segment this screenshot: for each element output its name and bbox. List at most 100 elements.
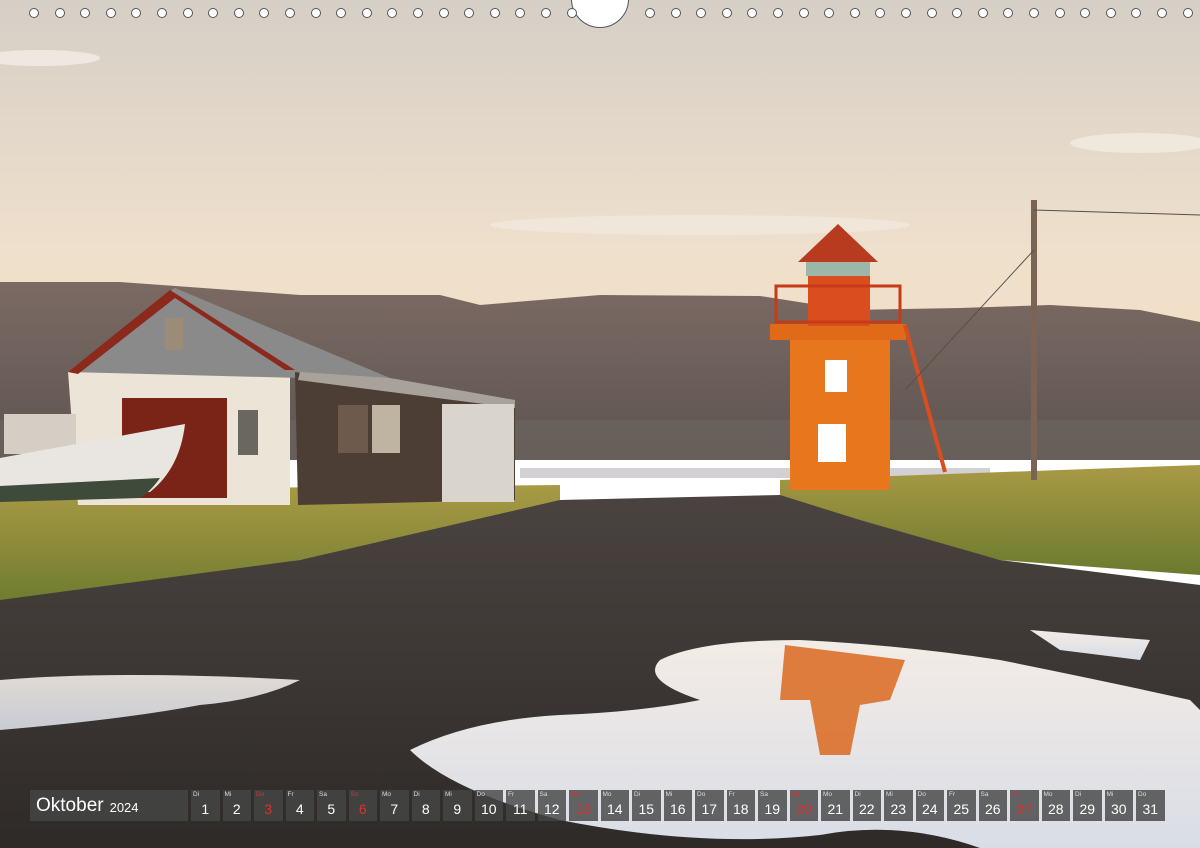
day-cell: Fr 25 (947, 790, 976, 821)
spiral-binding (0, 0, 1200, 30)
binding-hole (645, 8, 655, 18)
day-cell: Do 3 (254, 790, 283, 821)
binding-hole (233, 8, 244, 18)
day-cell: Mi 2 (222, 790, 251, 821)
day-number: 4 (295, 801, 304, 817)
day-cell: Sa 19 (758, 790, 787, 821)
weekday-label: Di (634, 791, 641, 798)
day-cell: Fr 11 (506, 790, 535, 821)
binding-hole (798, 8, 809, 18)
day-number: 14 (606, 801, 623, 817)
weekday-label: So (791, 791, 800, 798)
day-cell: Mo 7 (380, 790, 409, 821)
weekday-label: Mi (1106, 791, 1114, 798)
weekday-label: Mo (1043, 791, 1053, 798)
day-cell: Mo 21 (821, 790, 850, 821)
day-number: 30 (1110, 801, 1127, 817)
day-cell: Fr 4 (285, 790, 314, 821)
day-number: 6 (358, 801, 367, 817)
year: 2024 (109, 799, 139, 815)
day-cell: Sa 12 (537, 790, 566, 821)
binding-hole (387, 8, 398, 18)
weekday-label: Mi (445, 791, 452, 798)
weekday-label: So (571, 791, 579, 798)
binding-hole (464, 8, 475, 18)
binding-hole (977, 8, 988, 18)
day-number: 20 (795, 801, 812, 817)
binding-hole (1054, 8, 1065, 18)
day-cell: So 20 (789, 790, 818, 821)
day-number: 19 (764, 801, 781, 817)
day-cell: Sa 5 (317, 790, 346, 821)
binding-hole (952, 8, 963, 18)
day-cell: Do 10 (474, 790, 503, 821)
day-number: 11 (512, 801, 528, 817)
day-number: 13 (575, 801, 592, 817)
binding-hole (1080, 8, 1091, 18)
weekday-label: So (350, 791, 359, 798)
binding-hole (721, 8, 732, 18)
binding-hole (208, 8, 219, 18)
weekday-label: Mo (382, 791, 392, 798)
binding-hole (670, 8, 681, 18)
month-name: Oktober (36, 794, 104, 816)
binding-hole (849, 8, 860, 18)
binding-hole (80, 8, 91, 18)
day-cell: So 13 (569, 790, 598, 821)
binding-hole (413, 8, 423, 18)
calendar-page: Oktober 2024 Di 1 Mi 2 Do 3 Fr 4 Sa 5 So 6 Mo 7 Di 8 Mi 9… (0, 0, 1200, 848)
weekday-label: Di (413, 791, 420, 798)
weekday-label: Do (256, 791, 265, 798)
day-number: 22 (858, 801, 875, 817)
binding-hole (1157, 8, 1167, 18)
day-number: 17 (701, 801, 718, 817)
binding-hole (926, 8, 937, 18)
day-number: 31 (1142, 801, 1159, 817)
binding-hole (336, 8, 347, 18)
day-number: 10 (480, 801, 497, 817)
weekday-label: Fr (728, 791, 735, 798)
day-number: 7 (390, 801, 399, 817)
binding-hole (285, 8, 295, 18)
binding-hole (747, 8, 758, 18)
weekday-label: Do (697, 791, 706, 798)
weekday-label: Fr (508, 791, 515, 798)
day-number: 3 (264, 801, 273, 817)
day-number: 2 (232, 801, 241, 817)
day-cell: So 6 (348, 790, 377, 821)
binding-hole (361, 8, 372, 18)
binding-hole (1131, 8, 1142, 18)
binding-hole (566, 8, 577, 18)
binding-hole (875, 8, 886, 18)
weekday-label: Sa (760, 791, 768, 798)
day-number: 15 (638, 801, 655, 817)
binding-hole (182, 8, 193, 18)
weekday-label: So (1012, 791, 1020, 798)
day-cell: Do 31 (1136, 790, 1165, 821)
weekday-label: Di (1075, 791, 1082, 798)
day-number: 12 (543, 801, 560, 817)
binding-hole (901, 8, 911, 18)
binding-hole (696, 8, 707, 18)
day-cells: Di 1 Mi 2 Do 3 Fr 4 Sa 5 So 6 Mo 7 Di 8 Mi 9 Do 10 Fr 11 Sa 12 S… (191, 790, 1168, 821)
binding-hole (515, 8, 526, 18)
weekday-label: Do (476, 791, 485, 798)
binding-hole (131, 8, 142, 18)
weekday-label: Sa (539, 791, 548, 798)
binding-hole (29, 8, 39, 18)
weekday-label: Di (854, 791, 861, 798)
day-cell: Mi 9 (443, 790, 472, 821)
day-cell: Fr 18 (726, 790, 755, 821)
day-number: 8 (421, 801, 430, 817)
binding-hole (1105, 8, 1116, 18)
day-cell: Do 17 (695, 790, 724, 821)
day-number: 5 (327, 801, 336, 817)
weekday-label: Do (1138, 791, 1147, 798)
weekday-label: Mi (886, 791, 893, 798)
day-cell: Di 1 (191, 790, 220, 821)
hanger-hole (571, 0, 629, 28)
day-number: 27 (1016, 801, 1033, 817)
day-number: 24 (921, 801, 938, 817)
day-number: 16 (669, 801, 686, 817)
day-number: 29 (1079, 801, 1096, 817)
